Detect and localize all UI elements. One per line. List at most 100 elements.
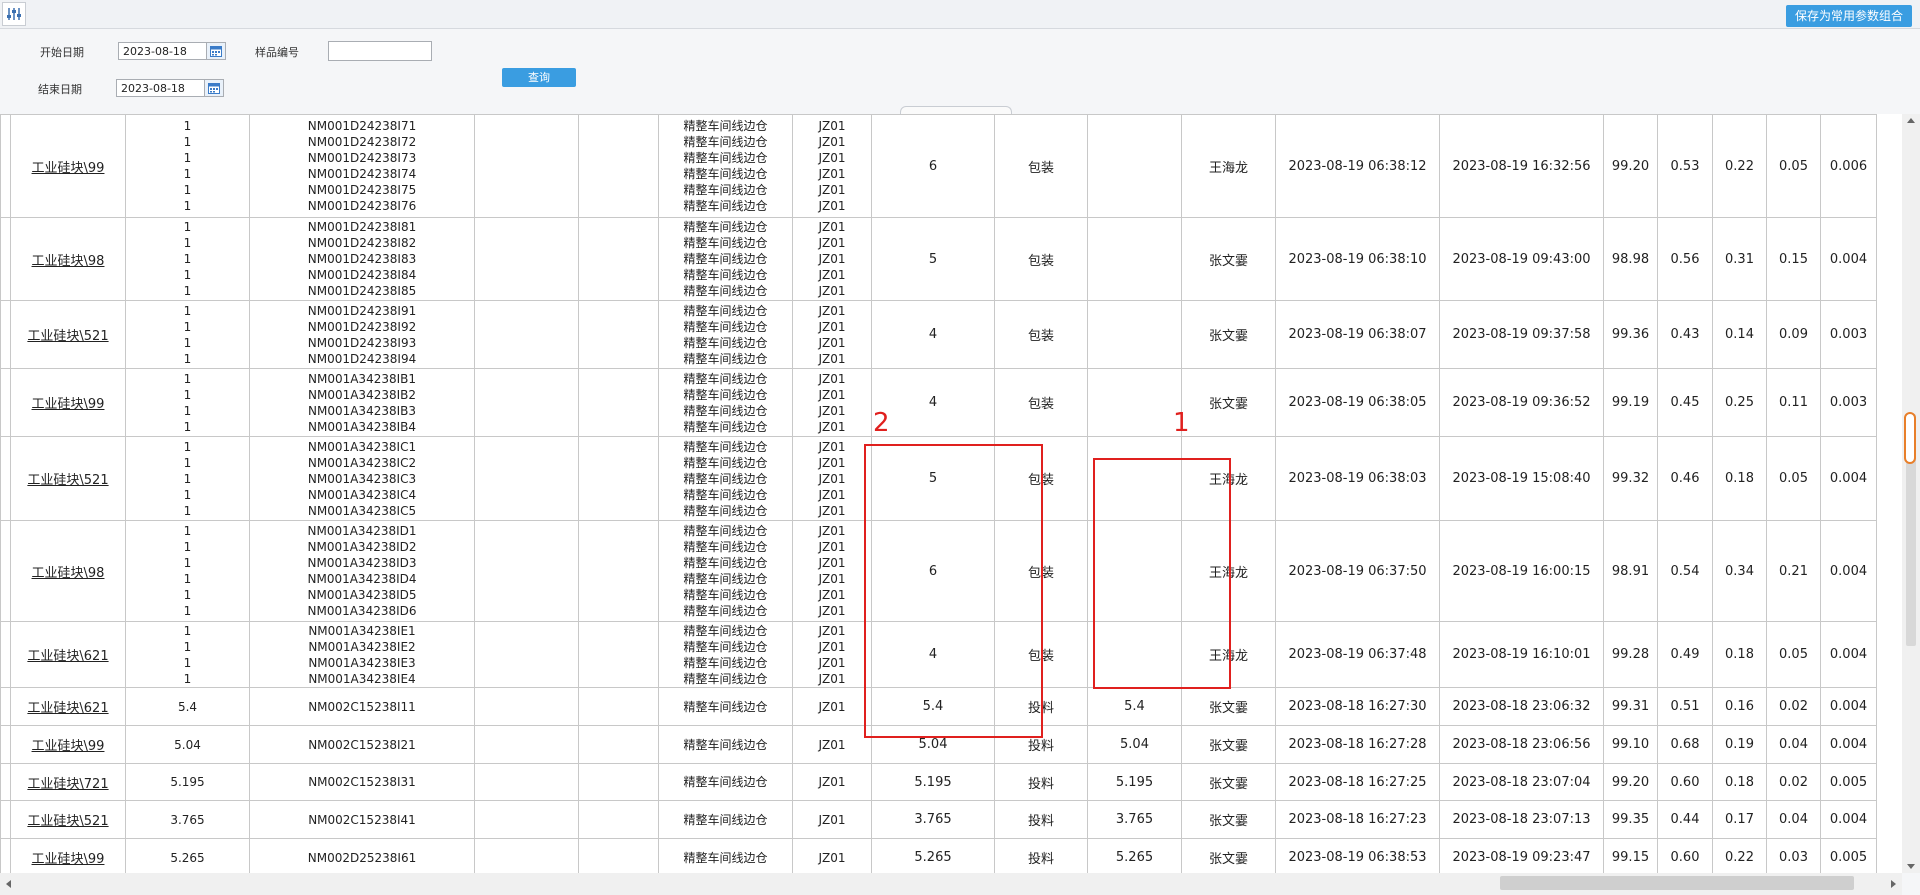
product-link[interactable]: 工业硅块\99 xyxy=(32,397,105,412)
workshop-cell-line: 精整车间线边仓 xyxy=(683,556,768,570)
calendar-icon[interactable] xyxy=(206,43,225,59)
horizontal-scrollbar[interactable] xyxy=(0,873,1902,895)
sample-code-cell-line: NM001D24238I71 xyxy=(307,119,417,133)
qty-cell-line: 1 xyxy=(183,572,192,586)
metric-p-cell: 0.005 xyxy=(1820,763,1877,801)
workshop-cell-line: 精整车间线边仓 xyxy=(683,371,768,386)
metric-ca-cell: 0.05 xyxy=(1766,114,1821,218)
product-link[interactable]: 工业硅块\98 xyxy=(32,566,105,581)
empty-cell xyxy=(578,368,659,437)
empty-cell xyxy=(474,520,579,622)
table-row[interactable]: 工业硅块\521 3.765 NM002C15238I41 精整车间线边仓 JZ01 3.… xyxy=(0,800,1877,839)
sample-code-cell-line: NM002C15238I31 xyxy=(308,775,416,789)
start-time-cell: 2023-08-19 06:38:03 xyxy=(1275,436,1440,521)
line-cell-line: JZ01 xyxy=(818,503,846,518)
metric-ca-cell: 0.02 xyxy=(1766,687,1821,726)
end-time-cell: 2023-08-19 09:43:00 xyxy=(1439,217,1604,301)
count-cell: 4 xyxy=(871,300,995,369)
scroll-up-arrow-icon[interactable] xyxy=(1907,118,1915,123)
table-row[interactable]: 工业硅块\521 1 1 1 1 NM001D24238I91 NM001D24238I92… xyxy=(0,300,1877,369)
metric-si-cell: 98.91 xyxy=(1603,520,1658,622)
metric-si-cell: 99.20 xyxy=(1603,763,1658,801)
qty-cell-line: 5.04 xyxy=(174,737,201,752)
qty-cell-line: 1 xyxy=(183,540,192,554)
product-link[interactable]: 工业硅块\521 xyxy=(27,329,108,344)
sample-code-cell-line: NM001D24238I94 xyxy=(307,351,417,366)
table-row[interactable]: 工业硅块\99 1 1 1 1 NM001A34238IB1 NM001A34238IB2 N… xyxy=(0,368,1877,437)
qty-cell: 5.265 xyxy=(125,838,250,873)
metric-al-cell: 0.22 xyxy=(1712,838,1767,873)
line-cell-line: JZ01 xyxy=(818,236,846,250)
empty-cell xyxy=(474,621,579,688)
workshop-cell-line: 精整车间线边仓 xyxy=(683,487,768,502)
type-cell: 包装 xyxy=(994,217,1088,301)
save-param-combo-button[interactable]: 保存为常用参数组合 xyxy=(1785,5,1912,27)
product-link[interactable]: 工业硅块\521 xyxy=(27,473,108,488)
qty-cell-line: 1 xyxy=(183,335,192,350)
qty-cell-line: 1 xyxy=(183,403,192,418)
sample-code-cell-line: NM001D24238I93 xyxy=(307,335,417,350)
table-row[interactable]: 工业硅块\99 5.265 NM002D25238I61 精整车间线边仓 JZ01 5.2… xyxy=(0,838,1877,873)
workshop-cell: 精整车间线边仓 精整车间线边仓 精整车间线边仓 精整车间线边仓 精整车间线边仓 精整车间线… xyxy=(658,520,793,622)
sample-no-input[interactable] xyxy=(328,41,432,61)
sample-code-cell-line: NM001D24238I82 xyxy=(307,236,417,250)
workshop-cell-line: 精整车间线边仓 xyxy=(683,850,768,865)
metric-si-cell: 99.20 xyxy=(1603,114,1658,218)
empty-cell xyxy=(578,520,659,622)
scroll-left-arrow-icon[interactable] xyxy=(6,880,11,888)
metric-fe-cell: 0.44 xyxy=(1657,800,1713,839)
table-row[interactable]: 工业硅块\98 1 1 1 1 1 NM001D24238I81 NM001D24238I82… xyxy=(0,217,1877,301)
metric-ca-cell: 0.15 xyxy=(1766,217,1821,301)
line-cell-line: JZ01 xyxy=(818,119,846,133)
start-time-cell: 2023-08-18 16:27:28 xyxy=(1275,725,1440,764)
vertical-scroll-handle[interactable] xyxy=(1904,412,1916,464)
product-link[interactable]: 工业硅块\621 xyxy=(27,649,108,664)
line-cell-line: JZ01 xyxy=(818,775,846,789)
table-row[interactable]: 工业硅块\721 5.195 NM002C15238I31 精整车间线边仓 JZ01 5.… xyxy=(0,763,1877,801)
metric-si-cell: 99.32 xyxy=(1603,436,1658,521)
qty-cell-line: 3.765 xyxy=(170,812,205,827)
empty-cell xyxy=(474,300,579,369)
product-link[interactable]: 工业硅块\99 xyxy=(32,161,105,176)
horizontal-scroll-thumb[interactable] xyxy=(1500,876,1854,890)
product-link[interactable]: 工业硅块\98 xyxy=(32,254,105,269)
filter-settings-button[interactable] xyxy=(2,2,26,26)
query-button[interactable]: 查询 xyxy=(502,68,576,87)
line-cell-line: JZ01 xyxy=(818,812,846,827)
qty-cell-line: 5.265 xyxy=(170,850,205,865)
end-time-cell: 2023-08-19 09:37:58 xyxy=(1439,300,1604,369)
end-date-input[interactable]: 2023-08-18 xyxy=(116,79,224,97)
person-cell: 张文霎 xyxy=(1181,725,1276,764)
metric-si-cell: 99.31 xyxy=(1603,687,1658,726)
line-cell-line: JZ01 xyxy=(818,151,846,165)
count-cell: 5.265 xyxy=(871,838,995,873)
metric-ca-cell: 0.21 xyxy=(1766,520,1821,622)
vertical-scrollbar[interactable] xyxy=(1902,114,1920,873)
value-cell: 5.4 xyxy=(1087,687,1182,726)
product-link[interactable]: 工业硅块\521 xyxy=(27,814,108,829)
calendar-icon[interactable] xyxy=(204,80,223,96)
workshop-cell-line: 精整车间线边仓 xyxy=(683,199,768,213)
table-row[interactable]: 工业硅块\99 1 1 1 1 1 1 NM001D24238I71 NM001D24238I7… xyxy=(0,114,1877,218)
empty-cell xyxy=(474,436,579,521)
start-date-input[interactable]: 2023-08-18 xyxy=(118,42,226,60)
metric-si-cell: 99.15 xyxy=(1603,838,1658,873)
sample-code-cell-line: NM001D24238I83 xyxy=(307,252,417,266)
line-cell-line: JZ01 xyxy=(818,319,846,334)
empty-cell xyxy=(474,725,579,764)
metric-p-cell: 0.004 xyxy=(1820,621,1877,688)
product-link[interactable]: 工业硅块\721 xyxy=(27,777,108,792)
product-link[interactable]: 工业硅块\621 xyxy=(27,701,108,716)
empty-cell xyxy=(474,800,579,839)
product-link[interactable]: 工业硅块\99 xyxy=(32,852,105,867)
product-cell: 工业硅块\99 xyxy=(10,114,126,218)
scroll-right-arrow-icon[interactable] xyxy=(1891,880,1896,888)
scroll-down-arrow-icon[interactable] xyxy=(1907,864,1915,869)
qty-cell-line: 1 xyxy=(183,524,192,538)
workshop-cell: 精整车间线边仓 精整车间线边仓 精整车间线边仓 精整车间线边仓 精整车间线边仓 精整车间线… xyxy=(658,114,793,218)
line-cell-line: JZ01 xyxy=(818,284,846,298)
line-cell-line: JZ01 xyxy=(818,371,846,386)
product-link[interactable]: 工业硅块\99 xyxy=(32,739,105,754)
empty-cell xyxy=(578,725,659,764)
workshop-cell-line: 精整车间线边仓 xyxy=(683,284,768,298)
